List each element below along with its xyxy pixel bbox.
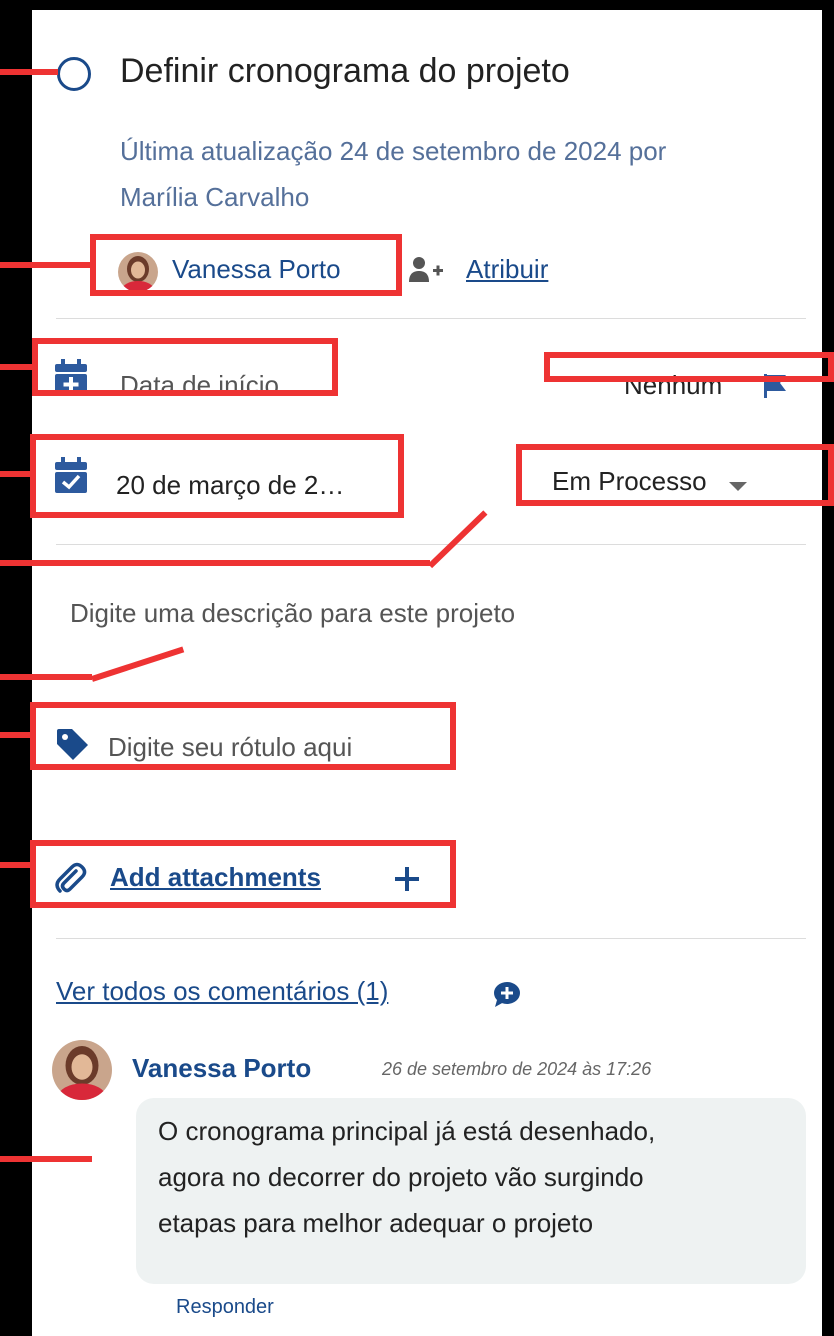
comment-author[interactable]: Vanessa Porto [132, 1053, 311, 1084]
complete-task-toggle[interactable] [56, 56, 92, 92]
comment-text: O cronograma principal já está desenhado… [158, 1108, 655, 1246]
annotation-box-label [30, 702, 456, 770]
annotation-box-assignee [90, 234, 402, 296]
annotation-box-attachments [30, 840, 456, 908]
callout-line-assignee [0, 262, 92, 268]
frame-left [0, 0, 32, 1336]
comment-text-line-2: agora no decorrer do projeto vão surgind… [158, 1162, 644, 1192]
comment-add-glyph [494, 982, 520, 1007]
callout-line-description-horizontal [0, 674, 92, 680]
last-updated: Última atualização 24 de setembro de 202… [120, 128, 666, 220]
frame-top [0, 0, 834, 10]
assign-link[interactable]: Atribuir [466, 254, 548, 285]
divider-1 [56, 318, 806, 319]
view-all-comments-link[interactable]: Ver todos os comentários (1) [56, 976, 388, 1007]
add-user-icon[interactable] [408, 254, 446, 286]
divider-2 [56, 544, 806, 545]
annotation-box-start-date [32, 338, 338, 396]
comment-avatar-image [52, 1040, 112, 1100]
circle-check-icon [57, 57, 91, 91]
annotation-box-due-date [30, 434, 404, 518]
comment-bubble: O cronograma principal já está desenhado… [136, 1098, 806, 1284]
callout-line-attachments [0, 862, 32, 868]
add-user-glyph [409, 257, 443, 282]
comment-text-line-1: O cronograma principal já está desenhado… [158, 1116, 656, 1146]
callout-line-title [0, 69, 58, 75]
task-title[interactable]: Definir cronograma do projeto [120, 52, 570, 91]
comment-timestamp: 26 de setembro de 2024 às 17:26 [382, 1059, 652, 1079]
callout-line-start-date [0, 364, 34, 370]
frame-right [822, 0, 834, 1336]
comment-add-icon[interactable] [492, 980, 522, 1008]
callout-line-label [0, 732, 32, 738]
callout-line-comment [0, 1156, 92, 1162]
divider-3 [56, 938, 806, 939]
callout-line-status-horizontal [0, 560, 430, 566]
callout-line-due-date [0, 471, 32, 477]
last-updated-line-2: Marília Carvalho [120, 182, 310, 212]
annotation-box-status [516, 444, 834, 506]
annotation-box-priority [544, 352, 834, 382]
description-field[interactable]: Digite uma descrição para este projeto [70, 598, 515, 629]
task-detail-panel: Definir cronograma do projeto Última atu… [32, 10, 822, 1336]
comment-text-line-3: etapas para melhor adequar o projeto [158, 1208, 594, 1238]
reply-link[interactable]: Responder [176, 1296, 274, 1319]
last-updated-line-1: Última atualização 24 de setembro de 202… [120, 136, 667, 166]
comment-avatar [52, 1040, 112, 1100]
